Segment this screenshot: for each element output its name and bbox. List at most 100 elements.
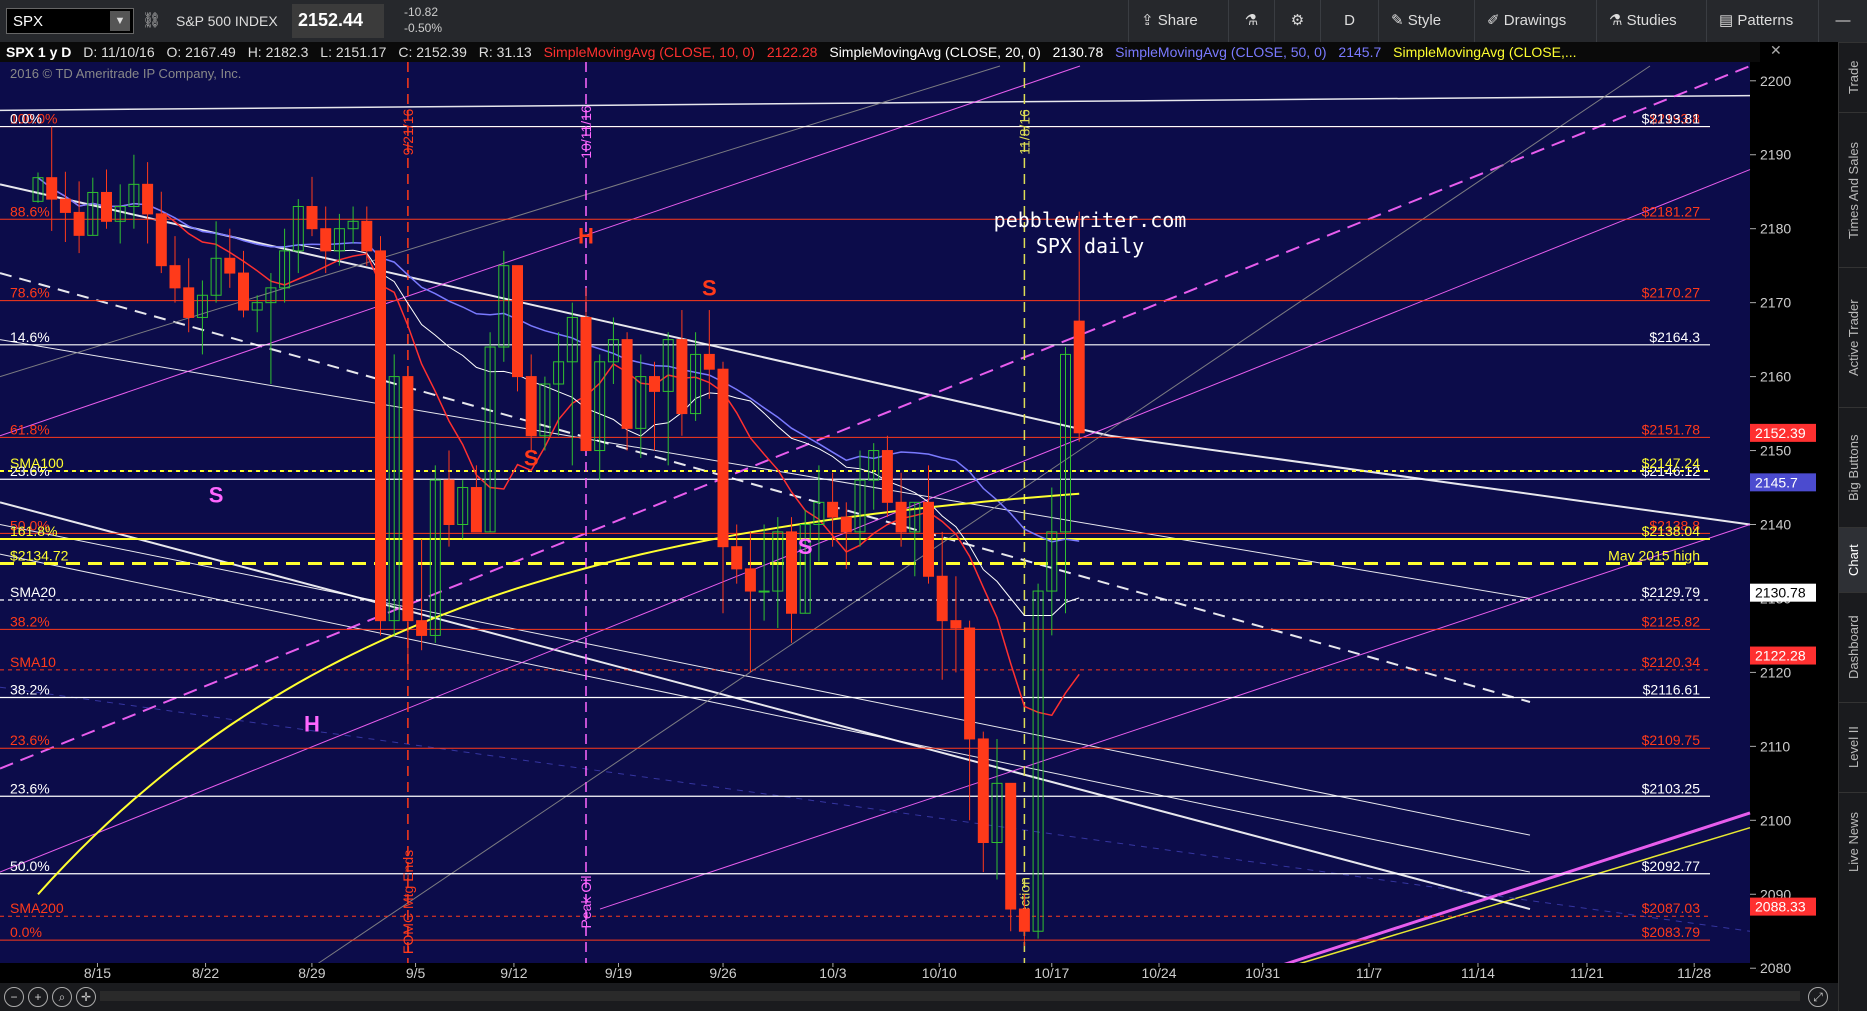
style-icon: ✎ — [1391, 12, 1408, 29]
collapse-icon[interactable]: ― — [1818, 0, 1867, 42]
candle-body — [895, 501, 907, 533]
study-sma10-value: 2122.28 — [766, 44, 818, 60]
study-sma50-label[interactable]: SimpleMovingAvg (CLOSE, 50, 0) — [1115, 42, 1326, 62]
candle-body — [224, 257, 236, 274]
candle-body — [402, 376, 414, 622]
x-tick-label: 11/14 — [1461, 965, 1495, 981]
candle-body — [470, 487, 482, 533]
zoom-icon[interactable]: ⌕ — [52, 987, 72, 1007]
tab-active-trader[interactable]: Active Trader — [1839, 267, 1867, 407]
studies-button[interactable]: ⚗ Studies — [1596, 0, 1706, 42]
x-tick-label: 10/10 — [922, 965, 957, 981]
candle-body — [744, 568, 756, 592]
study-sma100-label[interactable]: SimpleMovingAvg (CLOSE,... — [1393, 42, 1576, 62]
candle-body — [361, 220, 373, 252]
level-left-label: SMA100 — [10, 455, 64, 471]
aggregation-button[interactable]: D — [1320, 0, 1378, 42]
event-date-label: 9/21/16 — [400, 108, 416, 155]
flask-icon: ⚗ — [1609, 12, 1627, 29]
tab-trade[interactable]: Trade — [1839, 42, 1867, 112]
bar-low: L: 2151.17 — [320, 44, 387, 60]
candle-body — [649, 376, 660, 392]
level-value-label: $2151.78 — [1642, 421, 1701, 437]
close-icon[interactable]: ✕ — [1770, 42, 1782, 59]
x-tick-label: 8/22 — [192, 965, 219, 981]
share-button[interactable]: ⇪ Share — [1128, 0, 1228, 42]
pattern-label: S — [798, 534, 813, 559]
x-tick-label: 10/24 — [1141, 965, 1176, 981]
y-tick-label: 2110 — [1760, 738, 1790, 754]
level-value-label: $2083.79 — [1642, 924, 1701, 940]
top-toolbar: SPX ▼ ⛓ S&P 500 INDEX 2152.44 -10.82 -0.… — [0, 0, 1867, 43]
watermark-text: pebblewriter.com — [994, 208, 1187, 232]
candle-body — [786, 531, 797, 614]
tab-live-news[interactable]: Live News — [1839, 792, 1867, 892]
pan-icon[interactable]: ✛ — [76, 987, 96, 1007]
chart-scrollbar[interactable] — [100, 991, 1800, 1001]
level-left-label: 0.0% — [10, 111, 42, 127]
last-price: 2152.44 — [298, 10, 364, 30]
level-left-label: 14.6% — [10, 329, 50, 345]
candle-body — [1018, 908, 1030, 932]
candle-body — [676, 339, 688, 415]
x-tick-label: 9/12 — [500, 965, 527, 981]
level-value-label: $2164.3 — [1649, 329, 1700, 345]
tab-big-buttons[interactable]: Big Buttons — [1839, 407, 1867, 527]
price-chart[interactable]: $2193.8100.0%$2181.2788.6%$2170.2778.6%$… — [0, 62, 1838, 983]
candle-body — [416, 620, 428, 636]
candle-body — [375, 250, 386, 622]
tab-chart[interactable]: Chart — [1839, 527, 1867, 592]
level-left-label: 61.8% — [10, 421, 50, 437]
x-tick-label: 11/21 — [1570, 965, 1604, 981]
drawings-button[interactable]: ✐ Drawings — [1474, 0, 1596, 42]
pencil-icon: ✐ — [1487, 12, 1504, 29]
pattern-label: S — [209, 482, 224, 507]
bar-close: C: 2152.39 — [398, 44, 467, 60]
x-tick-label: 9/19 — [605, 965, 632, 981]
event-date-label: 11/8/16 — [1016, 109, 1032, 155]
event-name-label: Peak Oil — [578, 876, 594, 929]
tab-level-ii[interactable]: Level II — [1839, 702, 1867, 792]
zoom-out-icon[interactable]: − — [4, 987, 24, 1007]
candle-body — [183, 287, 195, 318]
chevron-down-icon[interactable]: ▼ — [110, 11, 130, 31]
study-sma10-label[interactable]: SimpleMovingAvg (CLOSE, 10, 0) — [544, 42, 755, 62]
right-tab-strip: Trade Times And Sales Active Trader Big But… — [1838, 42, 1867, 1011]
y-tick-label: 2120 — [1760, 664, 1791, 680]
beaker-icon[interactable]: ⚗ — [1228, 0, 1274, 42]
y-tick-label: 2100 — [1760, 812, 1791, 828]
link-icon[interactable]: ⛓ — [142, 11, 161, 29]
study-sma20-label[interactable]: SimpleMovingAvg (CLOSE, 20, 0) — [829, 42, 1040, 62]
gear-icon[interactable]: ⚙ — [1274, 0, 1320, 42]
zoom-in-icon[interactable]: + — [28, 987, 48, 1007]
x-axis: 8/15 8/22 8/29 9/5 9/12 9/19 9/26 10/3 10/10 10/1… — [0, 963, 1750, 983]
tab-dashboard[interactable]: Dashboard — [1839, 592, 1867, 702]
level-left-label: 23.6% — [10, 732, 50, 748]
candle-body — [827, 501, 839, 518]
candle-body — [46, 177, 58, 200]
header-spacer: ✕ — [1760, 42, 1838, 62]
patterns-icon: ▤ — [1719, 12, 1738, 29]
x-tick-label: 8/29 — [298, 965, 325, 981]
y-tick-label: 2140 — [1760, 517, 1791, 533]
bar-open: O: 2167.49 — [166, 44, 236, 60]
x-tick-label: 11/7 — [1356, 965, 1382, 981]
level-left-label: 78.6% — [10, 285, 50, 301]
style-button[interactable]: ✎ Style — [1378, 0, 1474, 42]
x-tick-label: 10/3 — [819, 965, 846, 981]
y-tick-label: 2190 — [1760, 147, 1791, 163]
x-tick-label: 10/31 — [1245, 965, 1280, 981]
tab-times-and-sales[interactable]: Times And Sales — [1839, 112, 1867, 267]
patterns-button[interactable]: ▤ Patterns — [1706, 0, 1818, 42]
level-left-label: 38.2% — [10, 613, 50, 629]
expand-icon[interactable]: ⤢ — [1808, 987, 1828, 1007]
candle-body — [512, 265, 523, 378]
x-tick-label: 9/26 — [709, 965, 736, 981]
price-tag-text: 2130.78 — [1755, 585, 1806, 601]
pattern-label: S — [702, 275, 717, 300]
level-left-label: SMA10 — [10, 654, 56, 670]
candle-body — [238, 272, 249, 311]
level-value-label: $2109.75 — [1642, 732, 1701, 748]
bar-range: R: 31.13 — [478, 44, 532, 60]
candle-body — [101, 191, 112, 222]
